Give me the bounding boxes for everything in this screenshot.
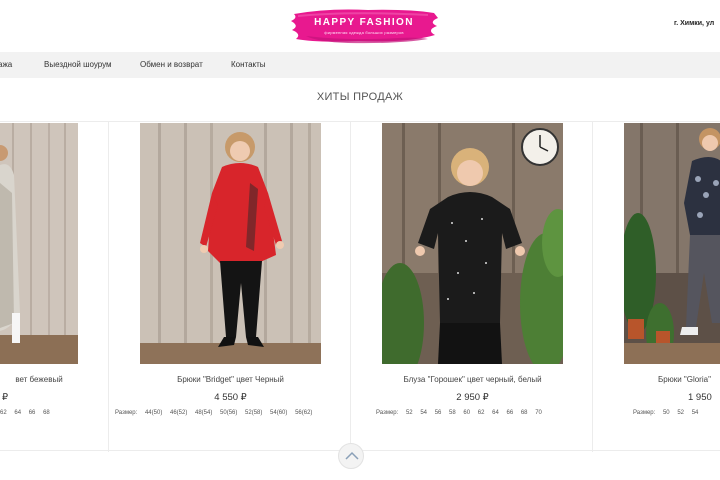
product-name[interactable]: Брюки "Gloria" — [624, 375, 720, 384]
size-option[interactable]: 58 — [449, 410, 456, 416]
product-name[interactable]: Блуза "Горошек" цвет черный, белый — [382, 375, 563, 384]
product-sizes: Размер: 52 54 56 58 60 62 64 66 68 70 — [376, 410, 548, 416]
logo-title: HAPPY FASHION — [314, 17, 414, 28]
nav-item-returns[interactable]: Обмен и возврат — [140, 60, 203, 69]
logo-subtitle: фирменная одежда больших размеров — [324, 30, 404, 35]
size-option[interactable]: 52(58) — [245, 410, 262, 416]
nav-item-showroom[interactable]: Выездной шоурум — [44, 60, 112, 69]
size-label: Размер: — [115, 410, 138, 416]
nav-item-contacts[interactable]: Контакты — [231, 60, 266, 69]
product-card[interactable]: Блуза "Горошек" цвет черный, белый 2 950… — [350, 122, 592, 452]
product-photo-red-top-black-trousers — [140, 123, 321, 364]
size-option[interactable]: 44(50) — [145, 410, 162, 416]
size-option[interactable]: 54(60) — [270, 410, 287, 416]
size-option[interactable]: 50 — [663, 410, 670, 416]
size-option[interactable]: 60 — [463, 410, 470, 416]
product-sizes: 62 64 66 68 — [0, 410, 56, 416]
size-option[interactable]: 68 — [43, 410, 50, 416]
product-name[interactable]: Брюки "Bridget" цвет Черный — [140, 375, 321, 384]
product-image[interactable] — [624, 123, 720, 364]
site-header: HAPPY FASHION фирменная одежда больших р… — [0, 0, 720, 52]
size-option[interactable]: 46(52) — [170, 410, 187, 416]
size-option[interactable]: 64 — [492, 410, 499, 416]
size-option[interactable]: 50(56) — [220, 410, 237, 416]
size-option[interactable]: 62 — [478, 410, 485, 416]
size-option[interactable]: 52 — [677, 410, 684, 416]
page: HAPPY FASHION фирменная одежда больших р… — [0, 0, 720, 480]
scroll-to-top-button[interactable] — [338, 443, 364, 469]
product-grid: вет бежевый ₽ 62 64 66 68 Брюки "Bridget… — [0, 121, 720, 452]
size-option[interactable]: 64 — [14, 410, 21, 416]
product-image[interactable] — [0, 123, 78, 364]
size-option[interactable]: 66 — [506, 410, 513, 416]
size-label: Размер: — [376, 410, 399, 416]
product-price: 4 550 ₽ — [214, 392, 247, 403]
size-option[interactable]: 54 — [692, 410, 699, 416]
product-price: ₽ — [1, 392, 9, 403]
product-sizes: Размер: 44(50) 46(52) 48(54) 50(56) 52(5… — [115, 410, 318, 416]
size-option[interactable]: 56 — [435, 410, 442, 416]
product-name[interactable]: вет бежевый — [0, 375, 78, 384]
size-option[interactable]: 54 — [420, 410, 427, 416]
section-title: ХИТЫ ПРОДАЖ — [316, 91, 404, 103]
product-card[interactable]: Брюки "Gloria" 1 950 Размер: 50 52 54 — [592, 122, 720, 452]
product-price: 1 950 — [688, 392, 712, 403]
chevron-up-icon — [345, 451, 359, 460]
product-photo-polka-dot-blouse — [382, 123, 563, 364]
store-address: г. Химки, ул — [674, 20, 715, 27]
size-option[interactable]: 56(62) — [295, 410, 312, 416]
product-card[interactable]: вет бежевый ₽ 62 64 66 68 — [0, 122, 108, 452]
product-photo-beige-cardigan — [0, 123, 78, 364]
nav-item-sales[interactable]: ажа — [0, 60, 12, 69]
size-option[interactable]: 62 — [0, 410, 7, 416]
size-option[interactable]: 66 — [29, 410, 36, 416]
product-image[interactable] — [382, 123, 563, 364]
main-nav: ажа Выездной шоурум Обмен и возврат Конт… — [0, 52, 720, 78]
size-option[interactable]: 52 — [406, 410, 413, 416]
product-card[interactable]: Брюки "Bridget" цвет Черный 4 550 ₽ Разм… — [108, 122, 350, 452]
product-image[interactable] — [140, 123, 321, 364]
size-option[interactable]: 70 — [535, 410, 542, 416]
product-photo-gloria-trousers — [624, 123, 720, 364]
product-price: 2 950 ₽ — [456, 392, 489, 403]
size-label: Размер: — [633, 410, 656, 416]
product-sizes: Размер: 50 52 54 — [633, 410, 704, 416]
size-option[interactable]: 68 — [521, 410, 528, 416]
site-logo[interactable]: HAPPY FASHION фирменная одежда больших р… — [288, 6, 440, 46]
size-option[interactable]: 48(54) — [195, 410, 212, 416]
